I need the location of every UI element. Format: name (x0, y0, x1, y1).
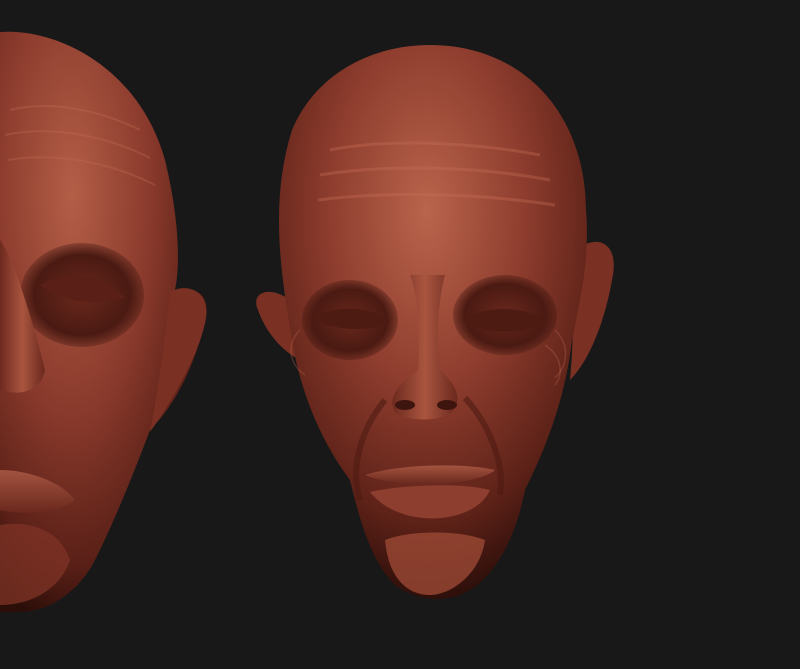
viewport-canvas (0, 31, 614, 612)
right-head-nostril-left (395, 400, 415, 410)
sculpt-viewport[interactable] (0, 0, 800, 669)
right-head-model[interactable] (256, 45, 614, 600)
left-head-model[interactable] (0, 31, 207, 612)
right-head-nostril-right (437, 400, 457, 410)
